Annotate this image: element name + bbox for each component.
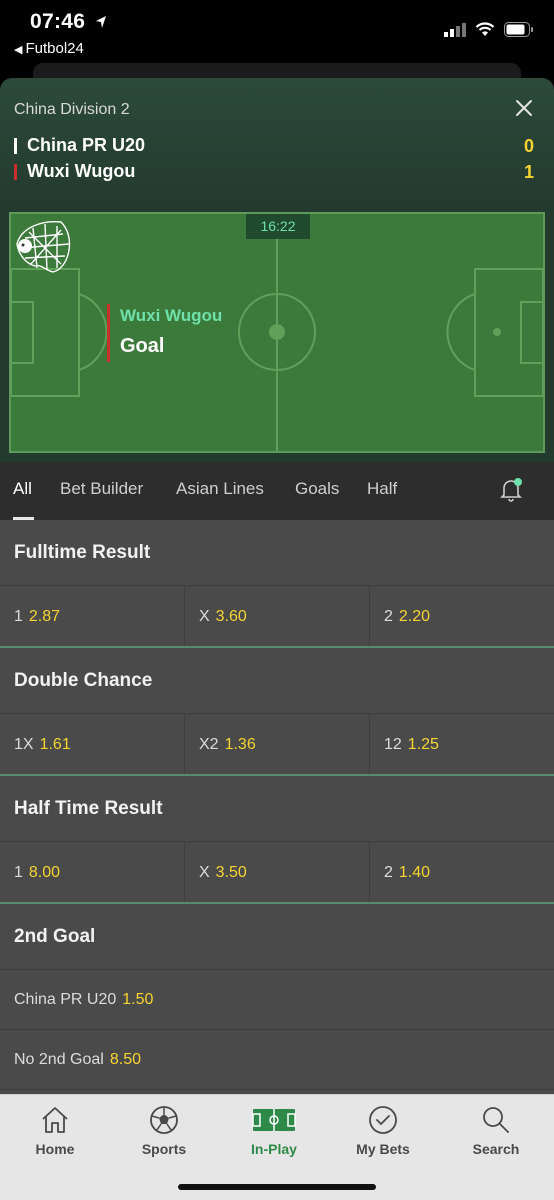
odds-label: China PR U20 xyxy=(14,991,117,1008)
back-app-label: Futbol24 xyxy=(25,40,84,57)
odds-price: 1.36 xyxy=(224,736,256,753)
away-team-color-bar xyxy=(14,163,17,180)
ball-icon xyxy=(150,1106,178,1134)
tab-asian-lines[interactable]: Asian Lines xyxy=(176,479,264,499)
league-name: China Division 2 xyxy=(14,101,130,118)
odds-label: 2 xyxy=(384,864,393,881)
status-time: 07:46 xyxy=(30,10,86,33)
market-fulltime-result: Fulltime Result 1 2.87 X 3.60 2 2.20 xyxy=(0,520,554,648)
odds-button[interactable]: X 3.50 xyxy=(185,842,370,902)
home-team-name: China PR U20 xyxy=(27,135,146,155)
nav-label: Sports xyxy=(141,1141,187,1157)
market-title: Fulltime Result xyxy=(0,520,554,586)
nav-search[interactable]: Search xyxy=(441,1105,551,1157)
search-icon xyxy=(483,1107,509,1133)
nav-in-play[interactable]: In-Play xyxy=(219,1105,329,1157)
market-half-time-result: Half Time Result 1 8.00 X 3.50 2 1.40 xyxy=(0,776,554,904)
market-title: Half Time Result xyxy=(0,776,554,842)
home-team-color-bar xyxy=(14,137,17,154)
market-title: Double Chance xyxy=(0,648,554,714)
odds-button[interactable]: 2 2.20 xyxy=(370,586,554,646)
wifi-icon xyxy=(475,22,495,36)
odds-label: 12 xyxy=(384,736,402,753)
pitch-markings xyxy=(11,214,543,451)
odds-label: No 2nd Goal xyxy=(14,1051,104,1068)
odds-label: 1 xyxy=(14,864,23,881)
odds-price: 2.87 xyxy=(28,608,61,625)
match-clock: 16:22 xyxy=(246,214,310,239)
odds-price: 1.61 xyxy=(39,736,71,753)
event-type: Goal xyxy=(120,335,165,357)
odds-price: 3.60 xyxy=(215,608,247,625)
nav-label: My Bets xyxy=(356,1141,410,1157)
back-to-app-link[interactable]: ◀ Futbol24 xyxy=(14,40,84,57)
event-team-bar xyxy=(107,304,110,362)
home-team: China PR U20 xyxy=(14,135,145,156)
nav-home[interactable]: Home xyxy=(0,1105,110,1157)
nav-label: Home xyxy=(35,1141,75,1157)
location-arrow-icon xyxy=(96,16,106,28)
odds-label: 1 xyxy=(14,608,23,625)
odds-label: 1X xyxy=(14,736,34,753)
odds-price: 1.50 xyxy=(122,991,154,1008)
pitch-icon xyxy=(252,1109,296,1131)
tab-all[interactable]: All xyxy=(13,479,32,499)
back-triangle-icon: ◀ xyxy=(14,44,23,56)
odds-label: 2 xyxy=(384,608,393,625)
odds-row: 1 2.87 X 3.60 2 2.20 xyxy=(0,586,554,648)
status-bar: 07:46 ◀ Futbol24 xyxy=(0,0,554,62)
team-crest-icon xyxy=(16,221,71,273)
odds-button[interactable]: China PR U20 1.50 xyxy=(0,970,554,1030)
odds-label: X2 xyxy=(199,736,219,753)
nav-sports[interactable]: Sports xyxy=(109,1105,219,1157)
odds-button[interactable]: 1 8.00 xyxy=(0,842,185,902)
signal-icon xyxy=(444,22,466,37)
odds-price: 8.00 xyxy=(28,864,61,881)
market-title: 2nd Goal xyxy=(0,904,554,970)
away-team-score: 1 xyxy=(523,162,534,182)
battery-icon xyxy=(504,22,533,37)
odds-price: 8.50 xyxy=(109,1051,141,1068)
markets-list: Fulltime Result 1 2.87 X 3.60 2 2.20 Double… xyxy=(0,520,554,1094)
market-tabs: All Bet Builder Asian Lines Goals Half xyxy=(0,462,554,520)
tab-goals[interactable]: Goals xyxy=(295,479,339,499)
event-team: Wuxi Wugou xyxy=(120,306,223,325)
match-header: China Division 2 China PR U20 0 Wuxi Wug… xyxy=(0,78,554,212)
live-pitch: 16:22 Wuxi Wugou Goal xyxy=(9,212,545,453)
odds-button[interactable]: 12 1.25 xyxy=(370,714,554,774)
bell-icon[interactable] xyxy=(500,478,522,502)
odds-price: 3.50 xyxy=(215,864,247,881)
odds-price: 1.25 xyxy=(407,736,439,753)
away-team: Wuxi Wugou xyxy=(14,161,135,182)
odds-button[interactable]: X2 1.36 xyxy=(185,714,370,774)
close-icon[interactable] xyxy=(514,98,534,118)
home-icon xyxy=(42,1107,68,1133)
home-team-score: 0 xyxy=(523,136,534,156)
odds-label: X xyxy=(199,608,210,625)
tab-half[interactable]: Half xyxy=(367,479,397,499)
odds-row: 1X 1.61 X2 1.36 12 1.25 xyxy=(0,714,554,776)
away-team-name: Wuxi Wugou xyxy=(27,161,136,181)
odds-button[interactable]: 1 2.87 xyxy=(0,586,185,646)
market-double-chance: Double Chance 1X 1.61 X2 1.36 12 1.25 xyxy=(0,648,554,776)
market-second-goal: 2nd Goal China PR U20 1.50 No 2nd Goal 8.5… xyxy=(0,904,554,1090)
odds-button[interactable]: 2 1.40 xyxy=(370,842,554,902)
pitch-area: 16:22 Wuxi Wugou Goal xyxy=(0,212,554,462)
nav-my-bets[interactable]: My Bets xyxy=(328,1105,438,1157)
odds-label: X xyxy=(199,864,210,881)
nav-label: Search xyxy=(472,1141,520,1157)
tab-bet-builder[interactable]: Bet Builder xyxy=(60,479,143,499)
odds-button[interactable]: 1X 1.61 xyxy=(0,714,185,774)
odds-price: 1.40 xyxy=(398,864,431,881)
odds-row: 1 8.00 X 3.50 2 1.40 xyxy=(0,842,554,904)
odds-button[interactable]: No 2nd Goal 8.50 xyxy=(0,1030,554,1090)
odds-price: 2.20 xyxy=(398,608,431,625)
odds-button[interactable]: X 3.60 xyxy=(185,586,370,646)
nav-label: In-Play xyxy=(251,1141,297,1157)
goal-event: Wuxi Wugou Goal xyxy=(107,304,222,362)
home-indicator[interactable] xyxy=(178,1184,376,1190)
check-circle-icon xyxy=(369,1106,397,1134)
